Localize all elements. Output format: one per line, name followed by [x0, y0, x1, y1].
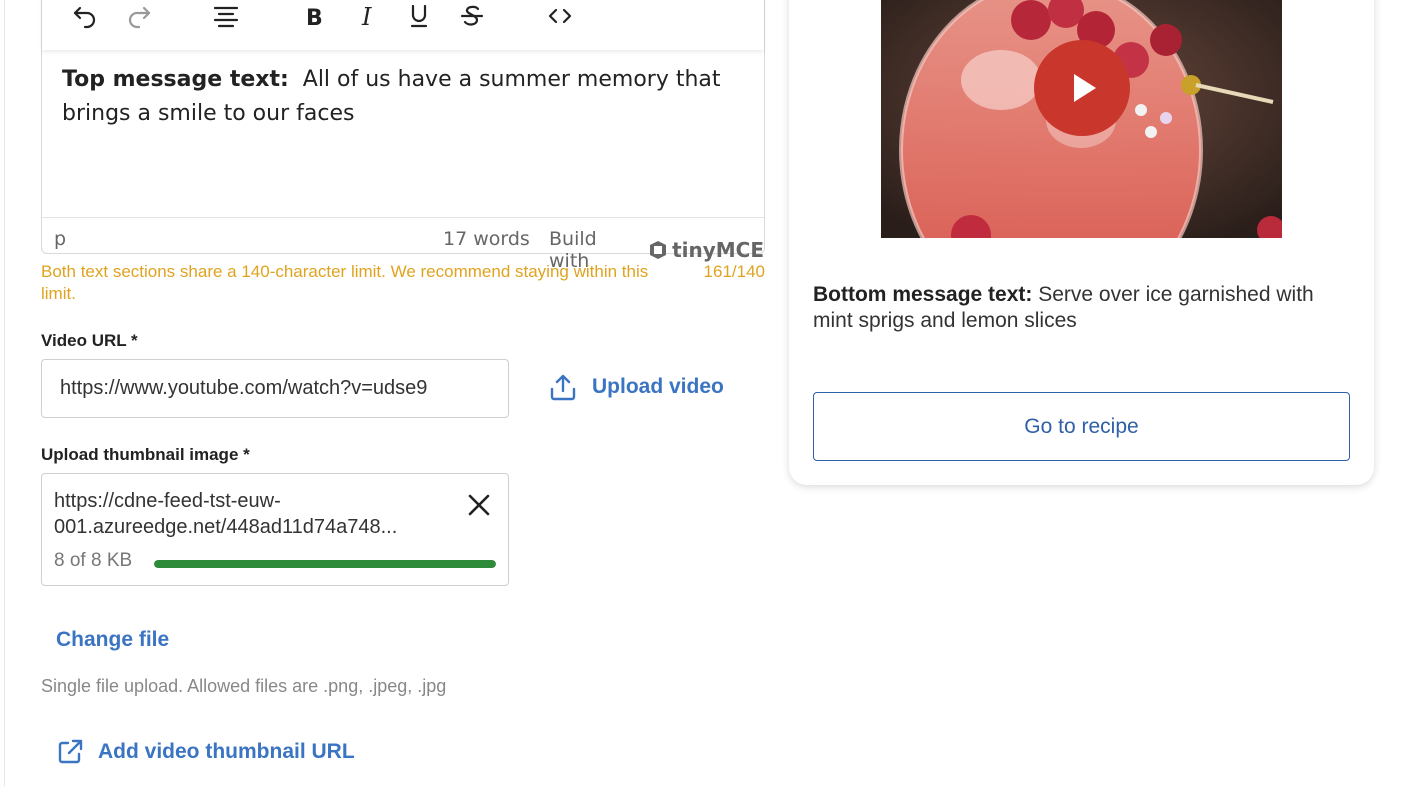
upload-progress-fill: [154, 560, 496, 568]
play-button[interactable]: [1034, 40, 1130, 136]
italic-icon: I: [361, 3, 372, 30]
redo-icon: [128, 6, 151, 29]
message-preview-card: Bottom message text: Serve over ice garn…: [789, 0, 1374, 485]
align-center-icon: [213, 6, 239, 28]
strikethrough-button[interactable]: [454, 0, 490, 33]
thumbnail-upload-box: https://cdne-feed-tst-euw-001.azureedge.…: [41, 473, 509, 586]
upload-progress-bar: [154, 560, 496, 568]
editor-statusbar: p 17 words Build with tinyMCE: [42, 217, 764, 272]
video-url-label: Video URL *: [41, 331, 138, 350]
upload-video-label: Upload video: [592, 375, 724, 398]
svg-text:I: I: [361, 3, 372, 30]
redo-button[interactable]: [121, 0, 157, 33]
rich-text-editor: B I Top message text: All of us have a s…: [41, 0, 765, 272]
character-counter: 161/140: [703, 262, 765, 281]
upload-video-button[interactable]: Upload video: [548, 372, 724, 402]
underline-button[interactable]: [401, 0, 437, 33]
add-thumbnail-url-link[interactable]: Add video thumbnail URL: [56, 738, 355, 766]
source-code-button[interactable]: [542, 0, 578, 33]
character-limit-warning: Both text sections share a 140-character…: [41, 262, 649, 303]
close-icon: [468, 494, 490, 516]
thumbnail-label: Upload thumbnail image *: [41, 445, 250, 464]
bold-icon: B: [306, 6, 323, 30]
external-link-icon: [58, 739, 83, 764]
svg-text:B: B: [306, 6, 323, 30]
bottom-message: Bottom message text: Serve over ice garn…: [813, 282, 1353, 334]
file-size: 8 of 8 KB: [54, 550, 133, 571]
undo-button[interactable]: [67, 0, 103, 33]
change-file-link[interactable]: Change file: [56, 628, 169, 652]
tinymce-logo: tinyMCE: [648, 238, 764, 262]
video-thumbnail[interactable]: [881, 0, 1282, 238]
align-center-button[interactable]: [208, 0, 244, 33]
underline-icon: [410, 4, 428, 28]
undo-icon: [73, 6, 96, 29]
editor-toolbar: B I: [42, 0, 764, 50]
tinymce-icon: [650, 241, 667, 259]
video-url-input[interactable]: https://www.youtube.com/watch?v=udse9: [41, 359, 509, 418]
tinymce-brand: tinyMCE: [672, 238, 764, 262]
code-icon: [548, 8, 572, 24]
bold-button[interactable]: B: [296, 0, 332, 33]
go-to-recipe-button[interactable]: Go to recipe: [813, 392, 1350, 461]
element-path[interactable]: p: [54, 228, 66, 250]
editor-content[interactable]: Top message text: All of us have a summe…: [62, 63, 722, 131]
page-left-border: [4, 0, 5, 786]
remove-file-button[interactable]: [464, 490, 494, 520]
add-thumbnail-url-label: Add video thumbnail URL: [98, 740, 355, 763]
video-url-value: https://www.youtube.com/watch?v=udse9: [60, 377, 428, 399]
strikethrough-icon: [460, 5, 484, 26]
bottom-message-label: Bottom message text:: [813, 283, 1033, 306]
italic-button[interactable]: I: [349, 0, 385, 33]
upload-icon: [550, 374, 576, 401]
thumbnail-file-url: https://cdne-feed-tst-euw-001.azureedge.…: [54, 490, 398, 538]
play-icon: [1074, 74, 1096, 102]
top-message-label: Top message text:: [62, 67, 289, 92]
upload-hint: Single file upload. Allowed files are .p…: [41, 676, 447, 696]
word-count[interactable]: 17 words: [443, 228, 530, 250]
